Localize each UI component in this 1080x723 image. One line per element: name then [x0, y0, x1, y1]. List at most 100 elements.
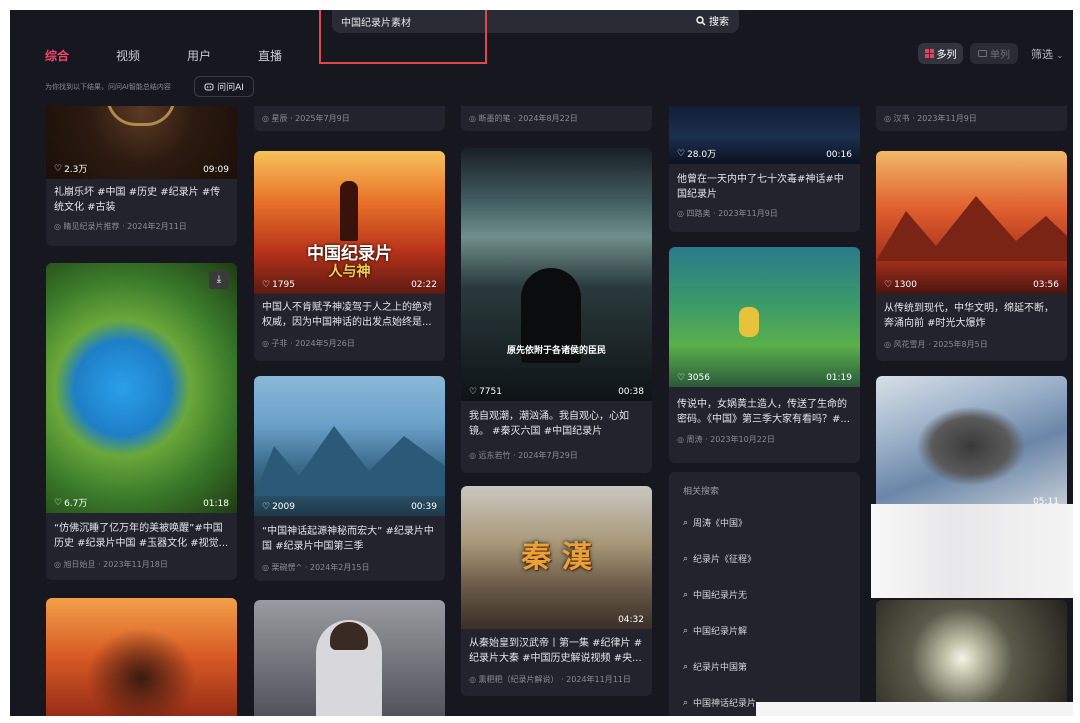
search-icon [696, 15, 706, 25]
video-duration: 01:19 [826, 373, 852, 383]
chevron-down-icon: ⌄ [1056, 51, 1064, 60]
video-card[interactable]: 原先依附于各诸侯的臣民 ♡ 7751 00:38 我自观潮，潮汹涌。我自观心，心如… [461, 148, 652, 473]
video-card[interactable] [254, 600, 445, 716]
video-card[interactable]: 中国纪录片 人与神 ♡ 1795 02:22 中国人不肯赋予神凌驾于人之上的绝对权… [254, 151, 445, 361]
results-hint: 为你找到以下结果，问问AI智能总结内容 [45, 83, 171, 91]
ai-assistant-icon [204, 83, 214, 90]
thumbnail-caption: 秦 漢 [521, 540, 592, 575]
video-title: 从传统到现代，中华文明，绵延不断，奔涌向前 #时光大爆炸 [884, 303, 1054, 329]
video-thumbnail [876, 600, 1067, 716]
video-title: 礼崩乐坏 #中国 #历史 #纪录片 #传统文化 #古装 [54, 187, 221, 213]
like-count: ♡ 3056 [677, 373, 710, 383]
video-thumbnail [254, 600, 445, 716]
video-card[interactable]: ♡ 2.3万 09:09 礼崩乐坏 #中国 #历史 #纪录片 #传统文化 #古装 … [46, 106, 237, 246]
ask-ai-button[interactable]: 问问AI [194, 76, 254, 97]
video-card[interactable]: ♡ 3056 01:19 传说中，女娲黄土造人，传送了生命的密码。《中国》第三季大… [669, 247, 860, 463]
card-meta: ◎ 断墨的笔 · 2024年8月22日 [469, 114, 578, 123]
video-thumbnail: ♡ 1300 03:56 [876, 151, 1067, 294]
video-card[interactable]: ♡ 2009 00:39 “中国神话起源神秘而宏大” #纪录片中国 #纪录片中国第… [254, 376, 445, 581]
video-thumbnail: ♡ 2009 00:39 [254, 376, 445, 516]
video-card[interactable]: ◎ 星辰 · 2025年7月9日 [254, 106, 445, 131]
video-card[interactable] [876, 600, 1067, 716]
like-count: ♡ 2009 [262, 502, 295, 512]
video-card[interactable]: ♡ 1300 03:56 从传统到现代，中华文明，绵延不断，奔涌向前 #时光大爆炸… [876, 151, 1067, 361]
card-meta: ◎ 风花雪月 · 2025年8月5日 [884, 340, 988, 349]
card-meta: ◎ 汉书 · 2023年11月9日 [884, 114, 977, 123]
heart-icon: ♡ [262, 502, 271, 512]
search-icon: ⌕ [683, 625, 689, 636]
ask-ai-label: 问问AI [217, 83, 244, 93]
card-meta: ◎ 周涛 · 2023年10月22日 [677, 435, 775, 444]
video-thumbnail: 中国纪录片 人与神 ♡ 1795 02:22 [254, 151, 445, 294]
like-count: ♡ 7751 [469, 387, 502, 397]
filter-button[interactable]: 筛选 ⌄ [1031, 46, 1063, 62]
video-card[interactable]: ◎ 汉书 · 2023年11月9日 [876, 106, 1067, 131]
video-card[interactable]: ♡ 28.0万 00:16 他曾在一天内中了七十次毒#神话#中国纪录片 ◎ 四路奥… [669, 106, 860, 232]
video-duration: 09:09 [203, 165, 229, 175]
related-searches-title: 相关搜索 [683, 487, 720, 497]
heart-icon: ♡ [884, 280, 893, 290]
search-bar[interactable]: 中国纪录片素材 搜索 [332, 10, 739, 33]
related-search-item[interactable]: ⌕ 纪录片《征程》 [683, 552, 756, 566]
video-thumbnail: 原先依附于各诸侯的臣民 ♡ 7751 00:38 [461, 148, 652, 401]
like-count: ♡ 28.0万 [677, 148, 717, 161]
tab-live[interactable]: 直播 [258, 47, 282, 64]
video-title: 他曾在一天内中了七十次毒#神话#中国纪录片 [677, 174, 844, 200]
heart-icon: ♡ [262, 280, 271, 290]
related-search-item[interactable]: ⌕ 周涛《中国》 [683, 516, 747, 530]
video-thumbnail: ♡ 2.3万 09:09 [46, 106, 237, 179]
related-search-item[interactable]: ⌕ 中国神话纪录片 [683, 696, 756, 710]
like-count: ♡ 2.3万 [54, 163, 88, 176]
video-duration: 00:38 [618, 387, 644, 397]
search-button[interactable]: 搜索 [696, 13, 729, 28]
tab-all[interactable]: 综合 [45, 47, 69, 64]
heart-icon: ♡ [54, 163, 63, 174]
tab-users[interactable]: 用户 [187, 47, 211, 64]
filter-label: 筛选 [1031, 48, 1053, 61]
video-duration: 03:56 [1033, 280, 1059, 290]
download-icon[interactable]: ⤓ [209, 271, 229, 289]
related-search-item[interactable]: ⌕ 中国纪录片无 [683, 588, 747, 602]
single-column-button[interactable]: 单列 [970, 43, 1018, 64]
related-searches-panel: 相关搜索 ⌕ 周涛《中国》 ⌕ 纪录片《征程》 ⌕ 中国纪录片无 ⌕ 中国纪录片解 ⌕ 纪… [669, 472, 860, 716]
heart-icon: ♡ [54, 497, 63, 508]
video-card[interactable]: 秦 漢 04:32 从秦始皇到汉武帝丨第一集 #纪律片 #纪录片大秦 #中国历史… [461, 486, 652, 696]
thumbnail-caption: 原先依附于各诸侯的臣民 [506, 346, 606, 356]
multi-column-label: 多列 [936, 50, 957, 61]
video-duration: 02:22 [411, 280, 437, 290]
video-thumbnail: ♡ 3056 01:19 [669, 247, 860, 387]
redaction-blur [871, 504, 1073, 598]
heart-icon: ♡ [469, 387, 478, 397]
video-card[interactable]: ⤓ ♡ 6.7万 01:18 “仿佛沉睡了亿万年的美被唤醒”#中国历史 #纪录片中… [46, 263, 237, 580]
figure-illustration [86, 628, 196, 716]
tab-videos[interactable]: 视频 [116, 47, 140, 64]
search-icon: ⌕ [683, 553, 689, 564]
video-duration: 01:18 [203, 499, 229, 509]
person-hair [330, 622, 368, 650]
redaction-blur [756, 702, 1073, 716]
video-thumbnail: 秦 漢 04:32 [461, 486, 652, 629]
card-meta: ◎ 栗碗愣^ · 2024年2月15日 [262, 563, 370, 572]
card-meta: ◎ 熏粑粑（纪录片解说） · 2024年11月11日 [469, 675, 631, 684]
card-meta: ◎ 旭日始旦 · 2023年11月18日 [54, 560, 168, 569]
search-icon: ⌕ [683, 697, 689, 708]
video-title: 传说中，女娲黄土造人，传送了生命的密码。《中国》第三季大家有看吗？#... [677, 399, 850, 425]
video-thumbnail [46, 598, 237, 716]
video-thumbnail: ⤓ ♡ 6.7万 01:18 [46, 263, 237, 513]
multi-column-button[interactable]: 多列 [918, 43, 963, 64]
heart-icon: ♡ [677, 373, 686, 383]
card-meta: ◎ 睛见纪录片推荐 · 2024年2月11日 [54, 222, 187, 231]
thumbnail-caption: 人与神 [328, 264, 371, 280]
related-search-item[interactable]: ⌕ 中国纪录片解 [683, 624, 747, 638]
video-title: “仿佛沉睡了亿万年的美被唤醒”#中国历史 #纪录片中国 #玉器文化 #视觉... [54, 523, 229, 549]
mountain-illustration [254, 426, 445, 496]
card-meta: ◎ 子非 · 2024年5月26日 [262, 339, 355, 348]
video-title: “中国神话起源神秘而宏大” #纪录片中国 #纪录片中国第三季 [262, 526, 434, 552]
video-title: 从秦始皇到汉武帝丨第一集 #纪律片 #纪录片大秦 #中国历史解说视频 #央... [469, 638, 643, 664]
related-search-item[interactable]: ⌕ 纪录片中国第 [683, 660, 747, 674]
video-card[interactable] [46, 598, 237, 716]
video-card[interactable]: ◎ 断墨的笔 · 2024年8月22日 [461, 106, 652, 131]
search-input[interactable]: 中国纪录片素材 [341, 14, 411, 29]
like-count: ♡ 1300 [884, 280, 917, 290]
like-count: ♡ 6.7万 [54, 497, 88, 510]
